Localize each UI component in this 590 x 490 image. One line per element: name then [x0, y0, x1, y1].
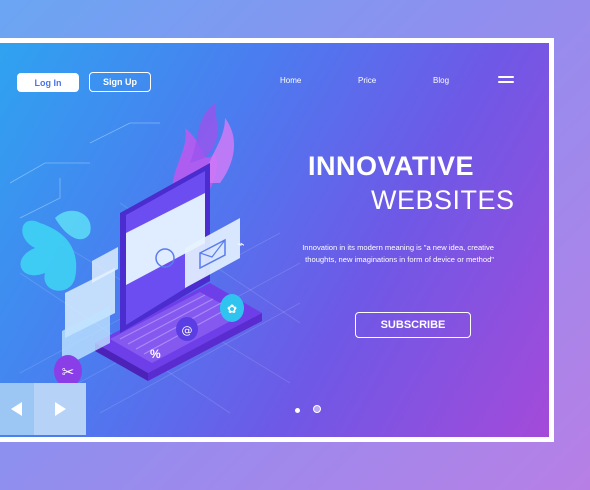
- menu-icon[interactable]: [498, 76, 514, 86]
- prev-arrow-icon: [11, 402, 22, 416]
- hero-title-line2: WEBSITES: [371, 185, 515, 215]
- svg-text:@: @: [182, 324, 193, 337]
- isometric-illustration: ✂ ✿ @ ⌁: [9, 103, 300, 414]
- slider-dot-2[interactable]: [313, 405, 321, 413]
- at-icon: @: [176, 317, 198, 341]
- next-slide-button[interactable]: [34, 383, 86, 435]
- prev-slide-button[interactable]: [0, 383, 34, 435]
- wifi-icon: ⌁: [237, 237, 244, 251]
- subscribe-button[interactable]: SUBSCRIBE: [355, 312, 471, 338]
- nav-home[interactable]: Home: [280, 76, 301, 85]
- svg-text:✿: ✿: [227, 302, 237, 316]
- svg-text:⌁: ⌁: [237, 237, 244, 251]
- hero-description: Innovation in its modern meaning is "a n…: [302, 243, 494, 264]
- login-button[interactable]: Log In: [17, 73, 79, 92]
- hero-title-line1: INNOVATIVE: [308, 151, 475, 181]
- nav-blog[interactable]: Blog: [433, 76, 449, 85]
- slider-dot-1[interactable]: [295, 408, 300, 413]
- hero-banner: ✂ ✿ @ ⌁ %: [0, 43, 549, 437]
- nav-price[interactable]: Price: [358, 76, 376, 85]
- percent-badge: %: [150, 347, 161, 361]
- svg-text:✂: ✂: [62, 363, 75, 381]
- signup-button[interactable]: Sign Up: [89, 72, 151, 92]
- bulb-icon: ✿: [220, 294, 244, 322]
- next-arrow-icon: [55, 402, 66, 416]
